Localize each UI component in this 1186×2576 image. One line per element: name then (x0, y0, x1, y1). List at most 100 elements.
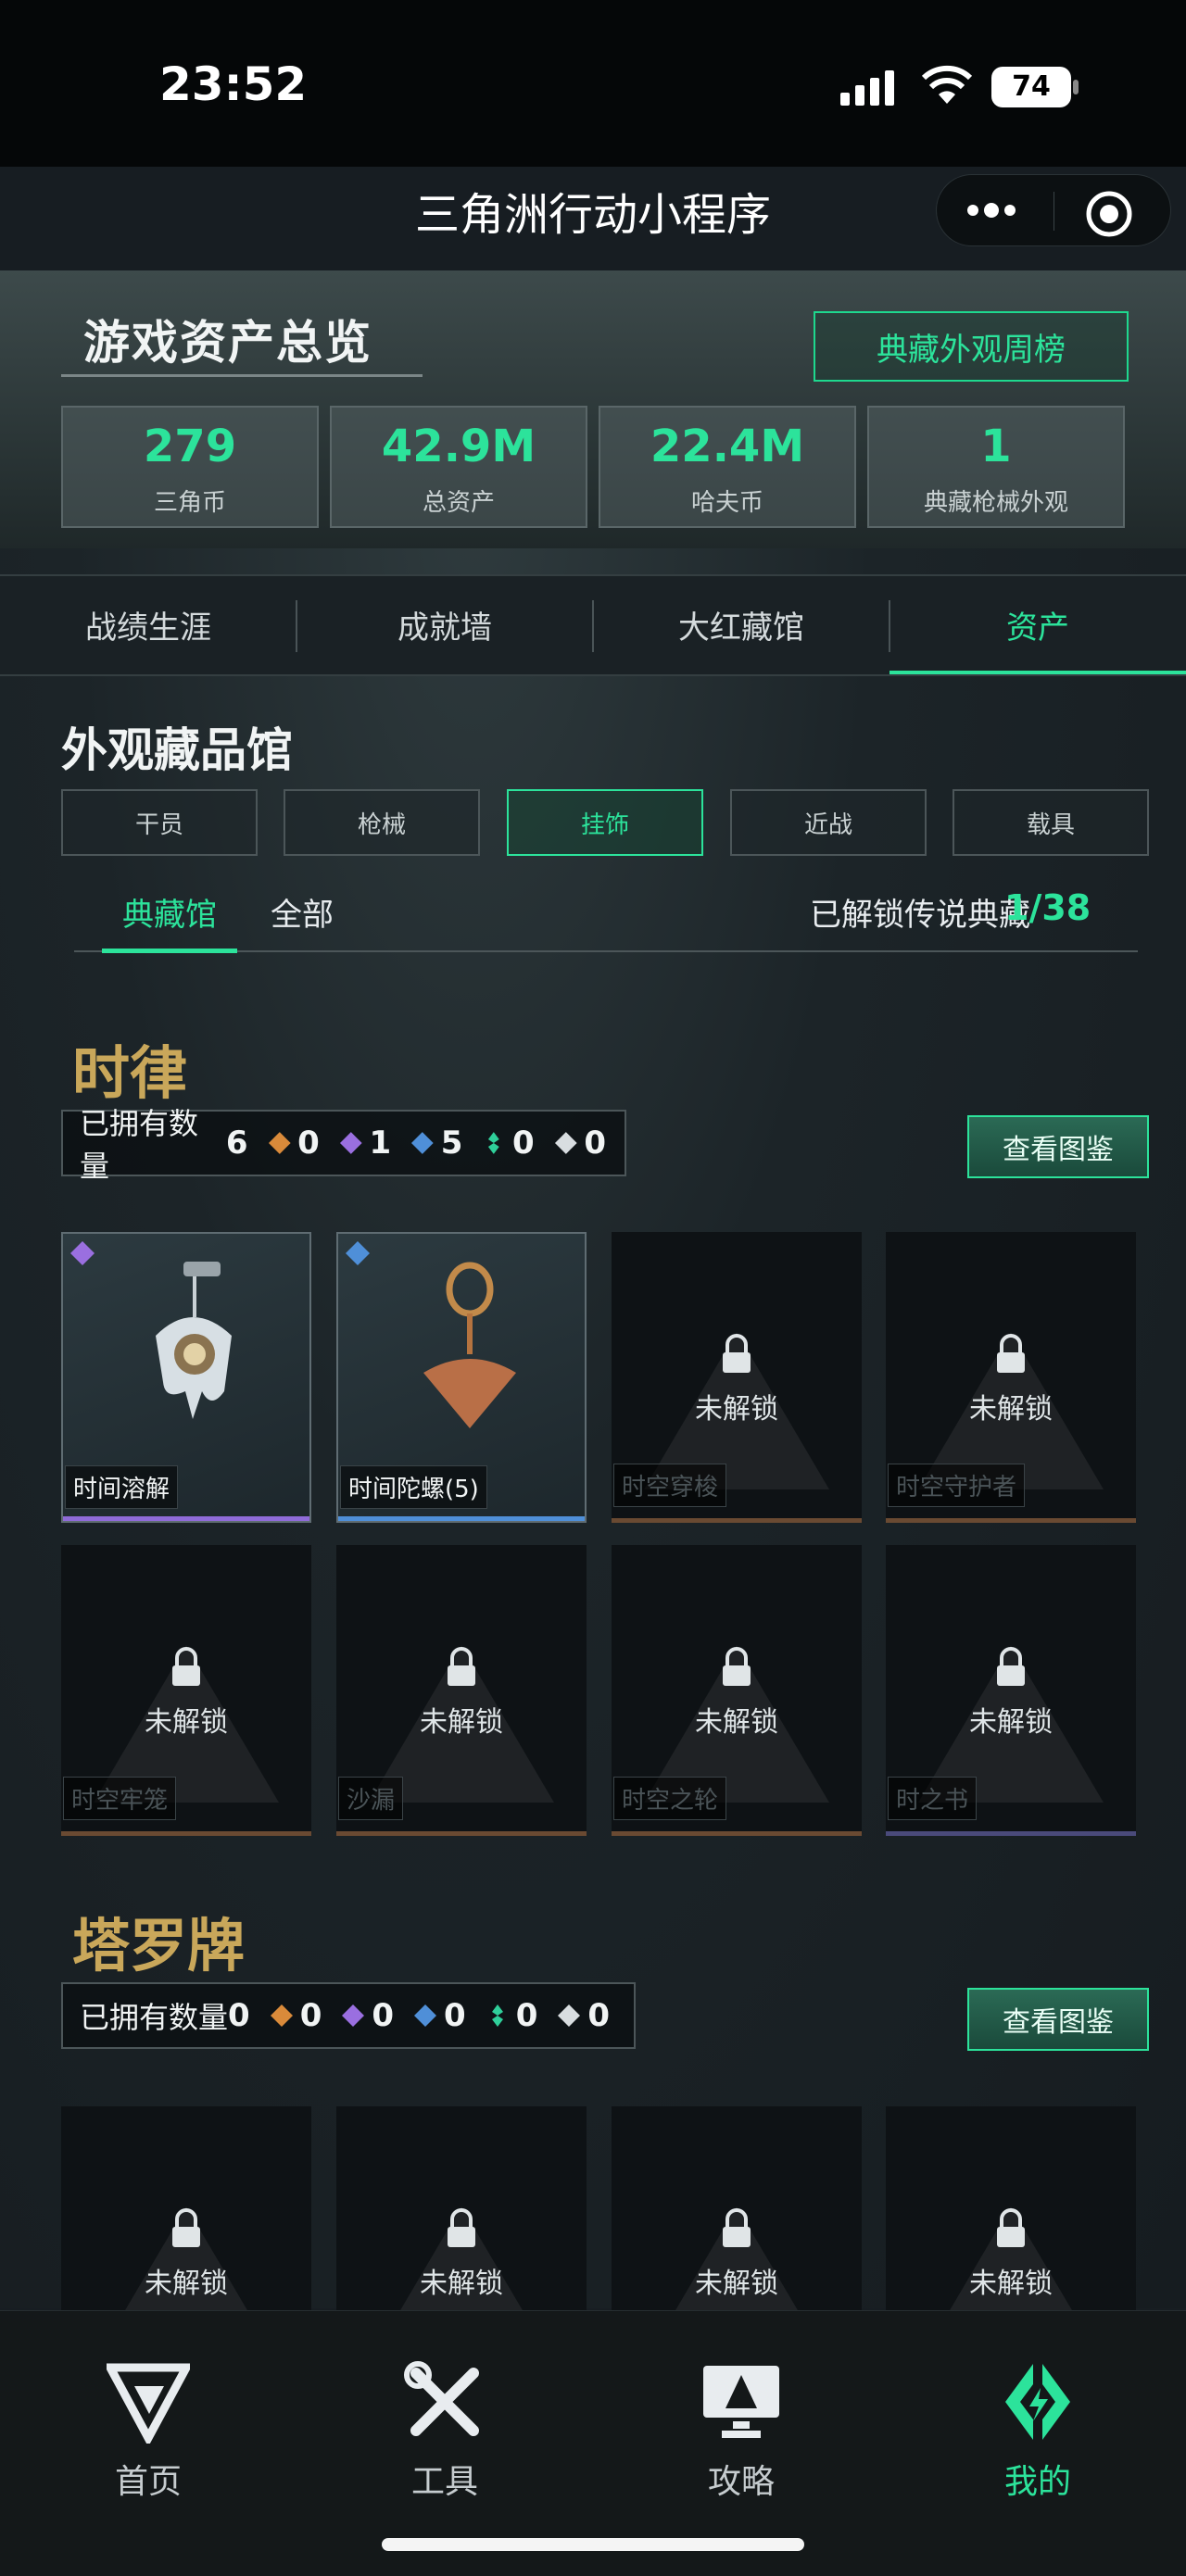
gold-gem-icon (270, 2004, 293, 2027)
stat-label: 总资产 (422, 489, 495, 517)
lock-icon (723, 1334, 751, 1373)
nav-profile[interactable]: 我的 (945, 2455, 1130, 2503)
gold-gem-icon (268, 1132, 291, 1154)
blue-gem-icon (414, 2004, 437, 2027)
lock-icon (448, 2208, 475, 2247)
blue-gem-icon (411, 1132, 434, 1154)
locked-label: 未解锁 (969, 2268, 1053, 2300)
subtab-active-indicator (102, 949, 237, 953)
owned-count: 0 (228, 1997, 250, 2034)
lock-icon (448, 1647, 475, 1686)
owned-label: 已拥有数量 (80, 2000, 229, 2035)
white-count: 0 (587, 1997, 611, 2034)
locked-label: 未解锁 (969, 1393, 1053, 1426)
locked-collectible-card[interactable]: 未解锁 时空之轮 (612, 1545, 862, 1836)
locked-label: 未解锁 (969, 1706, 1053, 1739)
stat-value: 1 (980, 421, 1012, 472)
stat-label: 典藏枪械外观 (923, 489, 1068, 517)
teal-count: 0 (515, 1997, 538, 2034)
stat-card-haf-coins: 22.4M 哈夫币 (599, 406, 856, 528)
rarity-bar (886, 1518, 1136, 1523)
purple-count: 1 (369, 1125, 392, 1162)
nav-home[interactable]: 首页 (56, 2455, 241, 2503)
rarity-bar (612, 1831, 862, 1836)
locked-collectible-card[interactable]: 未解锁 时空守护者 (886, 1232, 1136, 1523)
stat-card-coins: 279 三角币 (61, 406, 319, 528)
tools-icon[interactable] (403, 2360, 486, 2444)
purple-gem-icon (339, 1132, 362, 1154)
item-name: 时空守护者 (888, 1464, 1026, 1507)
weekly-ranking-button[interactable]: 典藏外观周榜 (814, 311, 1129, 382)
locked-label: 未解锁 (695, 1393, 778, 1426)
lock-icon (172, 2208, 200, 2247)
close-mini-program-icon[interactable] (1084, 189, 1134, 239)
category-operator[interactable]: 干员 (61, 789, 258, 856)
white-count: 0 (584, 1125, 607, 1162)
collectible-card[interactable]: 时间陀螺(5) (336, 1232, 587, 1523)
category-vehicle[interactable]: 载具 (953, 789, 1149, 856)
locked-collectible-card[interactable]: 未解锁 沙漏 (336, 1545, 587, 1836)
purple-count: 0 (372, 1997, 395, 2034)
collectible-card[interactable]: 时间溶解 (61, 1232, 311, 1523)
stat-label: 哈夫币 (690, 489, 763, 517)
tab-achievements[interactable]: 成就墙 (296, 602, 593, 647)
category-firearm[interactable]: 枪械 (284, 789, 480, 856)
tab-red-collection[interactable]: 大红藏馆 (593, 602, 890, 647)
item-name: 时空之轮 (613, 1777, 727, 1820)
locked-label: 未解锁 (695, 2268, 778, 2300)
item-name: 时空穿梭 (613, 1464, 727, 1507)
tab-career[interactable]: 战绩生涯 (0, 602, 296, 647)
guide-icon[interactable] (700, 2360, 783, 2444)
stat-card-total-assets: 42.9M 总资产 (330, 406, 587, 528)
time-spinning-top-charm-image (423, 1262, 516, 1428)
locked-collectible-card[interactable]: 未解锁 时空牢笼 (61, 1545, 311, 1836)
unlock-label: 已解锁传说典藏 (810, 897, 1030, 934)
time-dissolve-charm-image (156, 1262, 232, 1419)
rarity-bar (63, 1516, 309, 1521)
locked-collectible-card[interactable]: 未解锁 时之书 (886, 1545, 1136, 1836)
white-gem-icon (554, 1132, 577, 1154)
gold-count: 0 (297, 1125, 320, 1162)
category-charm[interactable]: 挂饰 (507, 789, 703, 856)
rarity-bar (336, 1831, 587, 1836)
unlock-count: 1/38 (1004, 887, 1091, 928)
nav-guide[interactable]: 攻略 (649, 2455, 834, 2503)
stat-value: 22.4M (650, 421, 805, 472)
blue-count: 5 (440, 1125, 463, 1162)
title-underline (61, 374, 423, 380)
locked-label: 未解锁 (420, 2268, 503, 2300)
locked-label: 未解锁 (695, 1706, 778, 1739)
locked-label: 未解锁 (145, 1706, 228, 1739)
subtab-gallery[interactable]: 典藏馆 (122, 889, 217, 935)
series-logo: 时律 (72, 1039, 188, 1107)
blue-rarity-icon (346, 1241, 370, 1265)
subtab-all[interactable]: 全部 (271, 889, 334, 935)
item-name: 时空牢笼 (63, 1777, 177, 1820)
lock-icon (997, 1334, 1025, 1373)
tab-assets[interactable]: 资产 (890, 602, 1186, 647)
white-gem-icon (558, 2004, 581, 2027)
profile-icon[interactable] (996, 2360, 1079, 2444)
teal-gem-icon (488, 1132, 500, 1154)
locked-label: 未解锁 (420, 1706, 503, 1739)
overview-title: 游戏资产总览 (83, 316, 372, 370)
rarity-bar (612, 1518, 862, 1523)
purple-gem-icon (342, 2004, 365, 2027)
lock-icon (172, 1647, 200, 1686)
section-title: 外观藏品馆 (61, 723, 293, 777)
locked-collectible-card[interactable]: 未解锁 时空穿梭 (612, 1232, 862, 1523)
home-indicator (382, 2538, 804, 2551)
home-icon[interactable] (107, 2360, 190, 2444)
stat-card-weapon-skins: 1 典藏枪械外观 (867, 406, 1125, 528)
category-melee[interactable]: 近战 (730, 789, 927, 856)
view-catalog-button[interactable]: 查看图鉴 (967, 1988, 1149, 2051)
view-catalog-button[interactable]: 查看图鉴 (967, 1115, 1149, 1178)
owned-count: 6 (225, 1125, 248, 1162)
locked-label: 未解锁 (145, 2268, 228, 2300)
more-icon[interactable] (964, 196, 1019, 224)
rarity-bar (886, 1831, 1136, 1836)
nav-tools[interactable]: 工具 (352, 2455, 537, 2503)
item-name: 时间陀螺(5) (340, 1465, 487, 1509)
battery-icon: 74 (991, 65, 1080, 109)
rarity-bar (338, 1516, 585, 1521)
